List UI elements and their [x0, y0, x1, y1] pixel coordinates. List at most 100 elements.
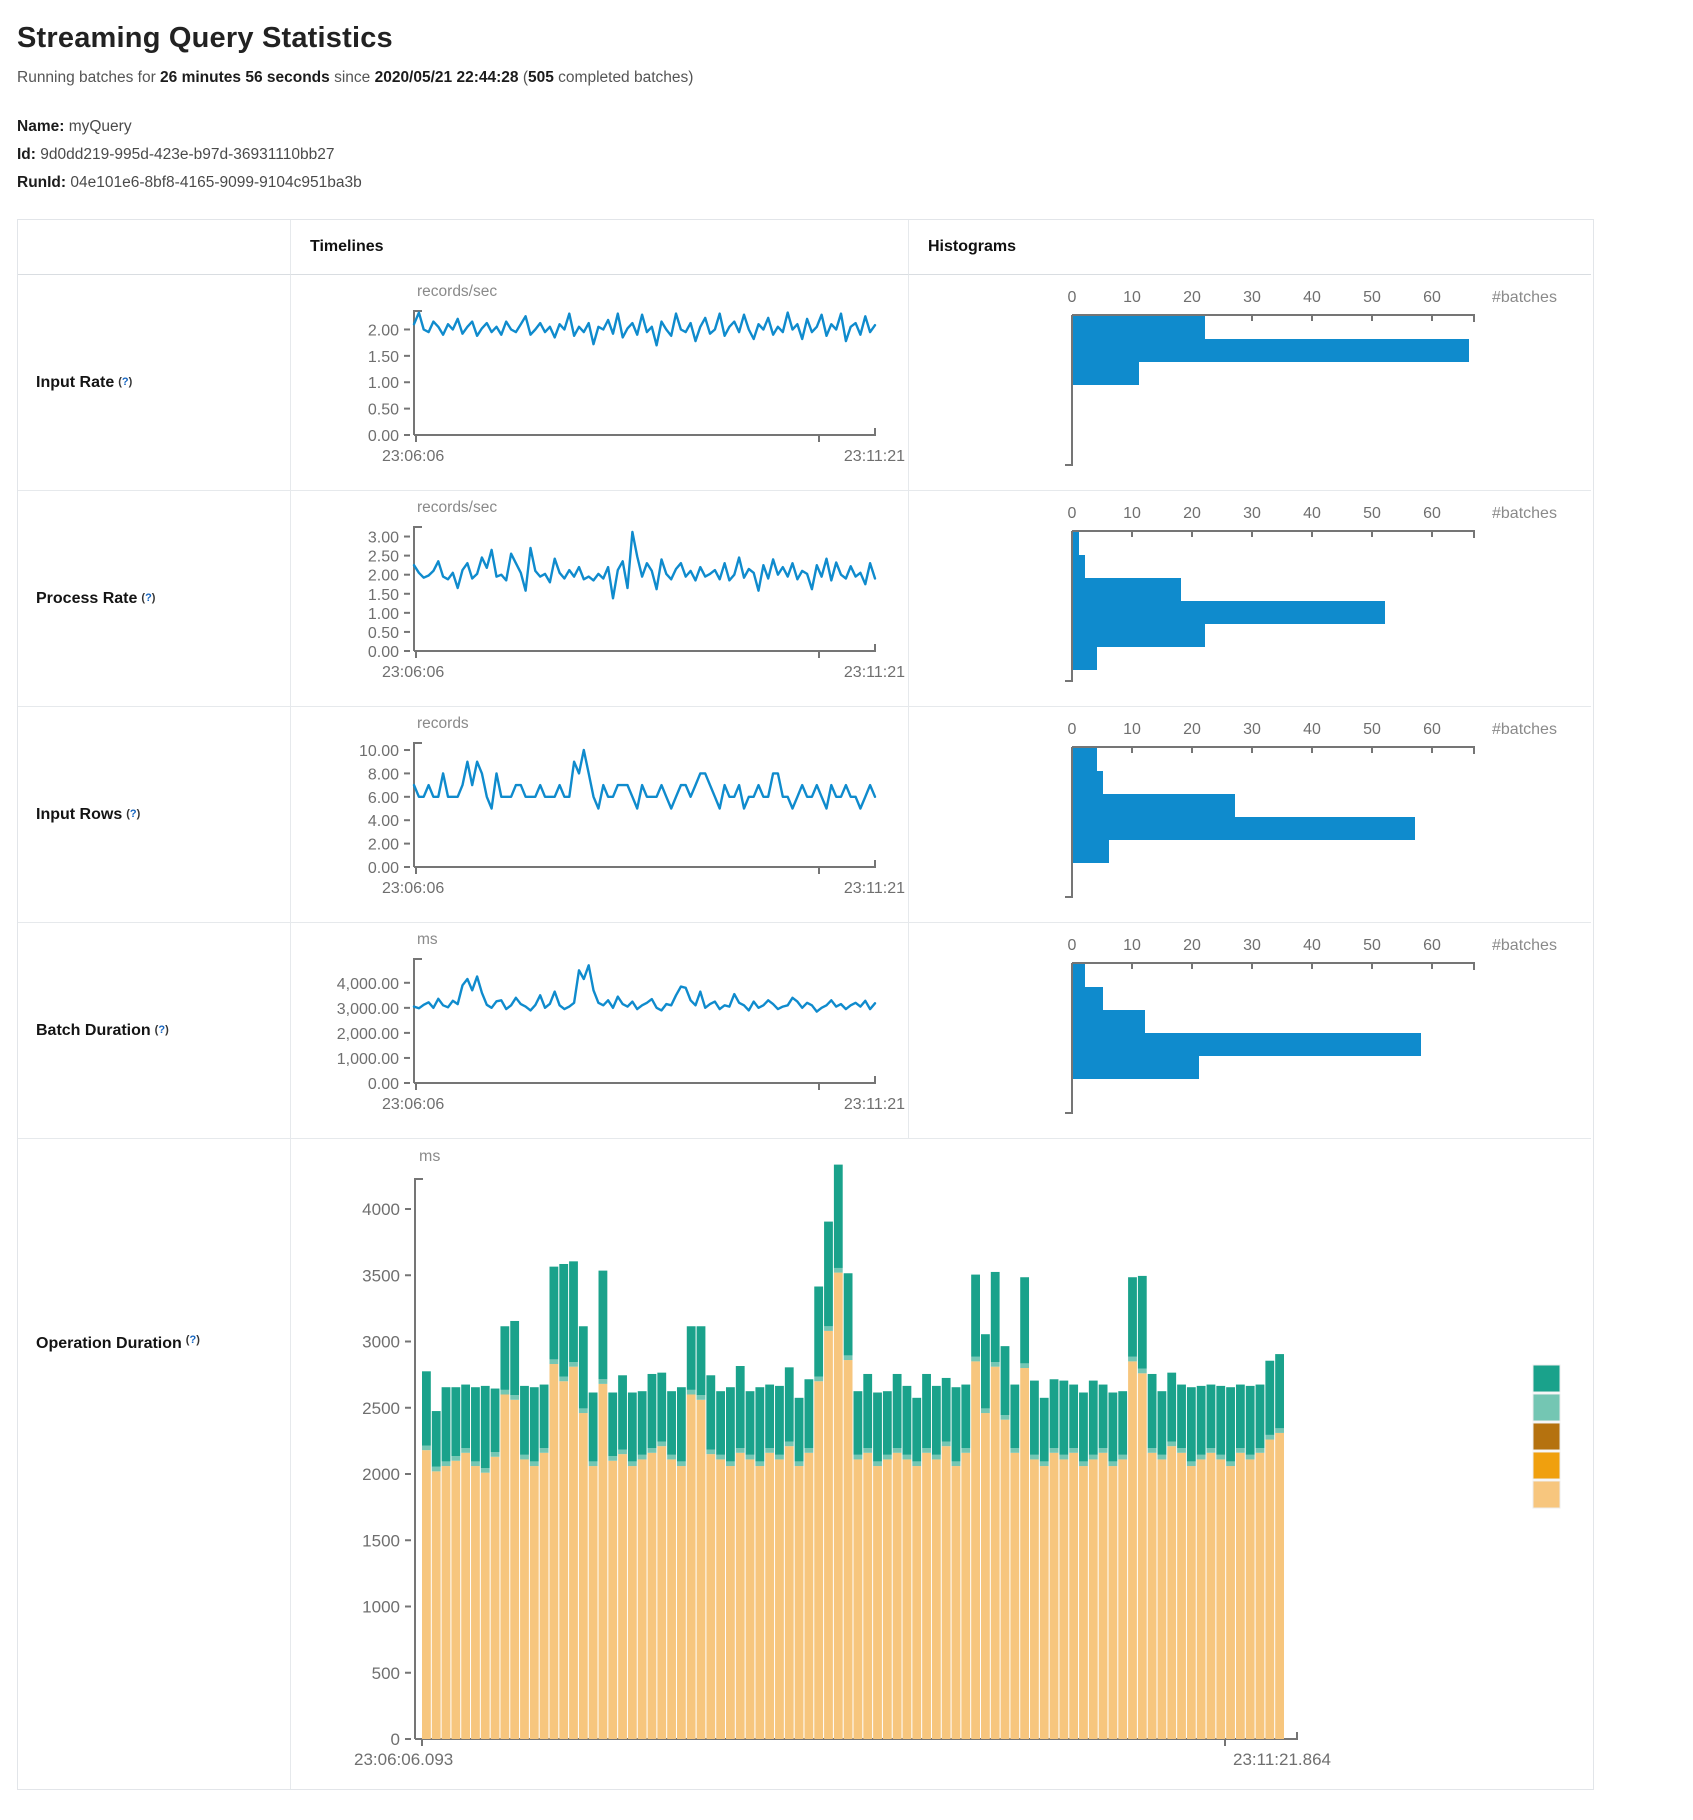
- stacked-bar-segment: [746, 1459, 755, 1739]
- stacked-bar-segment: [834, 1273, 843, 1739]
- hist-tick-label: 0: [1068, 505, 1077, 522]
- stacked-bar-segment: [961, 1385, 970, 1449]
- stacked-bar-segment: [530, 1466, 539, 1739]
- stacked-bar-segment: [736, 1453, 745, 1739]
- stacked-bar-segment: [1158, 1455, 1167, 1460]
- stacked-bar-segment: [883, 1391, 892, 1455]
- stacked-bar-segment: [1010, 1448, 1019, 1453]
- row-label-batch-duration: Batch Duration (?): [18, 923, 290, 1139]
- stacked-bar-segment: [854, 1391, 863, 1455]
- stacked-bar-segment: [1079, 1461, 1088, 1466]
- stacked-bar-segment: [432, 1467, 441, 1472]
- hist-tick-label: 10: [1123, 937, 1141, 954]
- stacked-bar-segment: [579, 1326, 588, 1408]
- stacked-bar-segment: [442, 1461, 451, 1466]
- stacked-bar-segment: [981, 1334, 990, 1408]
- id-label: Id:: [17, 146, 36, 163]
- y-tick-label: 4,000.00: [337, 976, 399, 993]
- legend-swatch: [1533, 1365, 1560, 1392]
- stacked-bar-segment: [844, 1355, 853, 1360]
- stacked-bar-segment: [804, 1448, 813, 1453]
- y-tick-label: 3000: [362, 1333, 400, 1352]
- help-tooltip-batch-duration[interactable]: (?): [155, 1024, 169, 1036]
- stacked-bar-segment: [1030, 1459, 1039, 1739]
- row-label-input-rate: Input Rate (?): [18, 275, 290, 491]
- stacked-bar-segment: [971, 1361, 980, 1739]
- stacked-bar-segment: [579, 1413, 588, 1739]
- stacked-bar-segment: [1118, 1459, 1127, 1739]
- stacked-bar-segment: [628, 1466, 637, 1739]
- y-tick-label: 2.00: [368, 322, 399, 339]
- stacked-bar-segment: [824, 1331, 833, 1739]
- stacked-bar-segment: [1138, 1276, 1147, 1369]
- histogram-bar: [1073, 624, 1205, 647]
- stacked-bar-segment: [599, 1271, 608, 1380]
- stacked-bar-segment: [589, 1393, 598, 1462]
- hist-tick-label: 10: [1123, 721, 1141, 738]
- stacked-bar-segment: [765, 1448, 774, 1453]
- stacked-bar-segment: [648, 1374, 657, 1448]
- stacked-bar-segment: [1256, 1448, 1265, 1453]
- stacked-bar-segment: [500, 1326, 509, 1390]
- y-tick-label: 0: [391, 1730, 400, 1749]
- stacked-bar-segment: [1069, 1448, 1078, 1453]
- stacked-bar-segment: [667, 1391, 676, 1455]
- histogram-bar: [1073, 987, 1103, 1010]
- hist-tick-label: 50: [1363, 937, 1381, 954]
- stacked-bar-segment: [579, 1408, 588, 1413]
- y-tick-label: 2.00: [368, 837, 399, 854]
- stacked-bar-segment: [697, 1326, 706, 1395]
- help-tooltip-process-rate[interactable]: (?): [141, 592, 155, 604]
- stacked-bar-segment: [491, 1452, 500, 1457]
- y-tick-label: 8.00: [368, 766, 399, 783]
- x-end-label: 23:11:21: [844, 448, 905, 465]
- stacked-bar-segment: [785, 1442, 794, 1447]
- help-tooltip-operation-duration[interactable]: (?): [186, 1334, 200, 1346]
- header-histograms: Histograms: [908, 220, 1591, 275]
- id-value: 9d0dd219-995d-423e-b97d-36931110bb27: [36, 146, 335, 163]
- hist-tick-label: 40: [1303, 721, 1321, 738]
- stacked-bar-segment: [932, 1386, 941, 1455]
- stacked-bar-segment: [657, 1446, 666, 1739]
- stacked-bar-segment: [589, 1461, 598, 1466]
- operation-duration-stacked-chart: ms0500100015002000250030003500400023:06:…: [291, 1139, 1591, 1789]
- stacked-bar-segment: [1108, 1393, 1117, 1462]
- x-axis: [414, 1076, 875, 1083]
- stacked-bar-segment: [804, 1379, 813, 1448]
- y-tick-label: 4000: [362, 1200, 400, 1219]
- stacked-bar-segment: [500, 1390, 509, 1395]
- stacked-bar-segment: [854, 1459, 863, 1739]
- stacked-bar-segment: [1265, 1361, 1274, 1435]
- help-tooltip-input-rate[interactable]: (?): [118, 376, 132, 388]
- stacked-bar-segment: [755, 1466, 764, 1739]
- row-label-process-rate: Process Rate (?): [18, 491, 290, 707]
- stacked-bar-segment: [726, 1461, 735, 1466]
- hist-tick-label: 40: [1303, 505, 1321, 522]
- runid-label: RunId:: [17, 174, 66, 191]
- stacked-bar-segment: [1010, 1385, 1019, 1449]
- stacked-bar-segment: [549, 1364, 558, 1739]
- stacked-bar-segment: [559, 1264, 568, 1377]
- y-tick-label: 2.00: [368, 568, 399, 585]
- histogram-bar: [1073, 532, 1079, 555]
- stacked-bar-segment: [500, 1395, 509, 1740]
- stacked-bar-segment: [1108, 1466, 1117, 1739]
- stacked-bar-segment: [608, 1456, 617, 1461]
- y-tick-label: 0.00: [368, 1076, 399, 1093]
- metric-name: Batch Duration: [36, 1022, 151, 1040]
- stacked-bar-segment: [893, 1374, 902, 1448]
- stacked-bar-segment: [1108, 1461, 1117, 1466]
- stacked-bar-segment: [461, 1448, 470, 1453]
- hist-tick-label: 20: [1183, 721, 1201, 738]
- y-tick-label: 500: [372, 1664, 400, 1683]
- hist-y-axis: [1065, 747, 1072, 897]
- input-rate-timeline-cell: records/sec0.000.501.001.502.0023:06:062…: [290, 275, 908, 491]
- y-tick-label: 1.00: [368, 606, 399, 623]
- stacked-bar-segment: [569, 1367, 578, 1739]
- help-tooltip-input-rows[interactable]: (?): [126, 808, 140, 820]
- stacked-bar-segment: [1177, 1385, 1186, 1449]
- input-rows-timeline-cell: records0.002.004.006.008.0010.0023:06:06…: [290, 707, 908, 923]
- y-tick-label: 1.50: [368, 349, 399, 366]
- y-axis: [415, 1179, 423, 1739]
- stacked-bar-segment: [1236, 1448, 1245, 1453]
